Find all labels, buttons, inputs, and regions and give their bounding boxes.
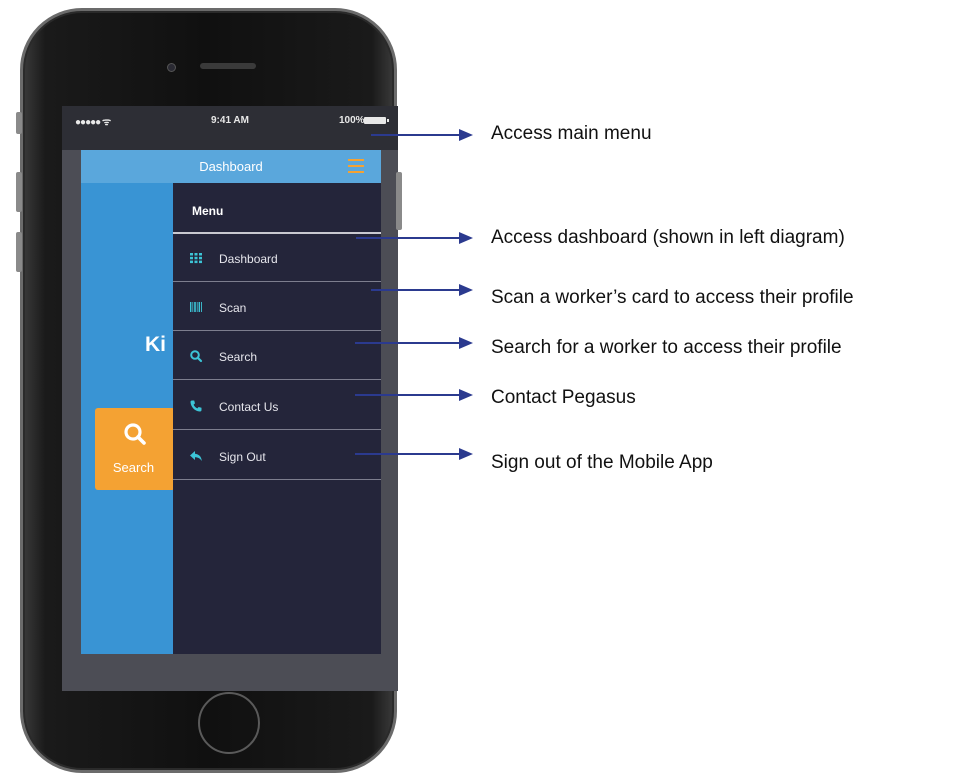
volume-down-button [16, 232, 22, 272]
menu-item-dashboard[interactable]: Dashboard [173, 234, 381, 282]
menu-item-sign-out[interactable]: Sign Out [173, 432, 381, 480]
app-bar-title: Dashboard [199, 159, 263, 174]
search-tile[interactable]: Search [95, 408, 175, 490]
drawer-title: Menu [192, 204, 224, 218]
battery-icon [364, 117, 389, 124]
annotation-label: Access dashboard (shown in left diagram) [491, 227, 845, 248]
arrow-head [459, 232, 473, 244]
front-camera [167, 63, 176, 72]
menu-divider [173, 330, 381, 331]
menu-item-contact-us[interactable]: Contact Us [173, 382, 381, 430]
phone-frame: ●●●●● ᯤ 9:41 AM 100% Dashboard Ki Search… [20, 8, 398, 773]
mute-switch [16, 112, 22, 134]
phone-screen: ●●●●● ᯤ 9:41 AM 100% Dashboard Ki Search… [62, 106, 398, 691]
arrow-head [459, 448, 473, 460]
app-bar: Dashboard [81, 150, 381, 183]
battery-percent: 100% [339, 115, 365, 126]
signal-indicator: ●●●●● ᯤ [75, 117, 111, 128]
barcode-icon [190, 302, 202, 312]
menu-item-search[interactable]: Search [173, 332, 381, 380]
search-tile-label: Search [112, 460, 155, 475]
arrow-head [459, 284, 473, 296]
annotation-label: Search for a worker to access their prof… [491, 337, 842, 358]
hamburger-icon[interactable] [348, 159, 364, 173]
arrow-head [459, 389, 473, 401]
menu-item-scan[interactable]: Scan [173, 283, 381, 331]
menu-divider [173, 281, 381, 282]
arrow-line [355, 394, 461, 396]
annotation-label: Scan a worker’s card to access their pro… [491, 287, 854, 308]
volume-up-button [16, 172, 22, 212]
annotation-label: Access main menu [491, 123, 652, 144]
menu-divider [173, 479, 381, 480]
menu-drawer: Menu Dashboard Scan Search Contact Us Si… [173, 183, 381, 654]
power-button [396, 172, 402, 230]
arrow-line [371, 134, 461, 136]
arrow-line [371, 289, 461, 291]
grid-icon [190, 253, 202, 264]
phone-icon [190, 400, 202, 412]
home-button[interactable] [198, 692, 260, 754]
reply-arrow-icon [190, 451, 202, 461]
search-icon [124, 423, 146, 445]
arrow-head [459, 129, 473, 141]
earpiece-speaker [200, 63, 256, 69]
menu-divider [173, 429, 381, 430]
annotation-label: Contact Pegasus [491, 387, 636, 408]
arrow-line [355, 453, 461, 455]
menu-item-label: Search [219, 350, 258, 364]
menu-item-label: Contact Us [219, 400, 279, 414]
menu-item-label: Sign Out [219, 450, 266, 464]
arrow-line [355, 342, 461, 344]
menu-divider [173, 379, 381, 380]
arrow-head [459, 337, 473, 349]
status-time: 9:41 AM [211, 115, 249, 126]
menu-item-label: Scan [219, 301, 247, 315]
annotation-label: Sign out of the Mobile App [491, 452, 713, 473]
menu-item-label: Dashboard [219, 252, 278, 266]
status-bar: ●●●●● ᯤ 9:41 AM 100% [62, 106, 398, 150]
search-icon [190, 350, 203, 363]
arrow-line [356, 237, 461, 239]
dashboard-heading: Ki [145, 333, 166, 356]
